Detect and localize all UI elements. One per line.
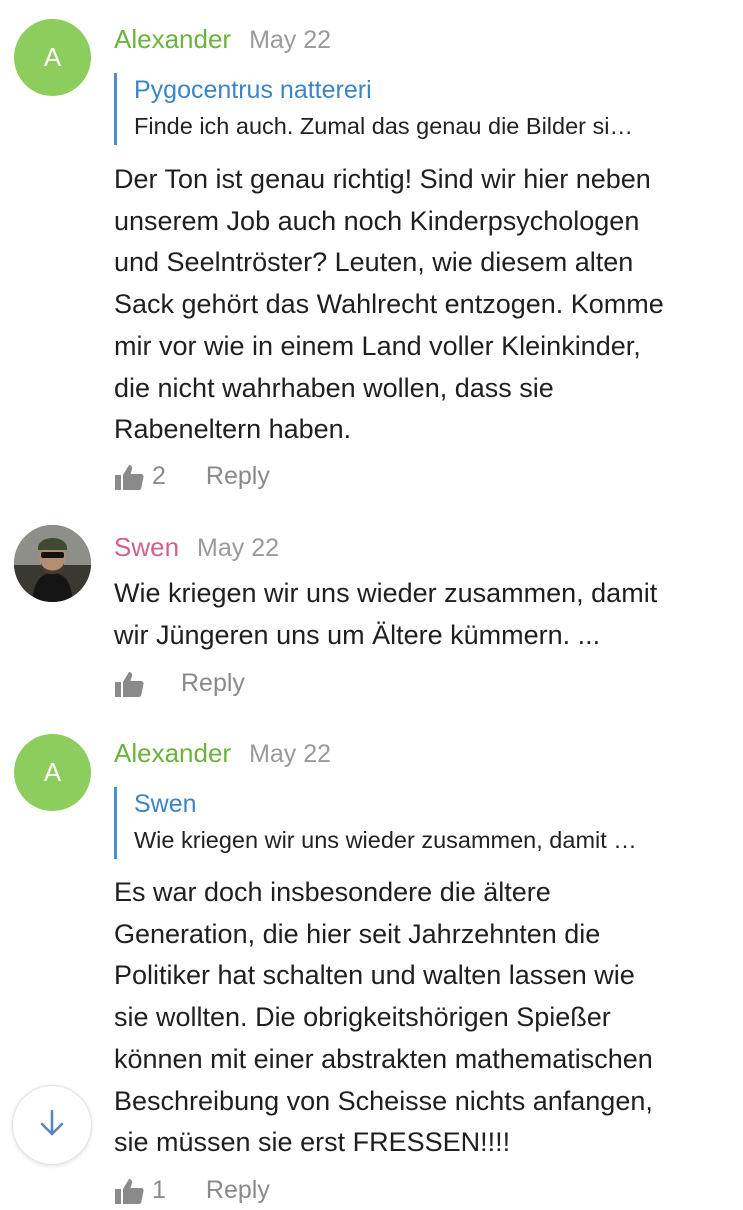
comment-actions: 2 Reply [114,462,270,491]
comment-header: Alexander May 22 [114,24,331,55]
avatar[interactable]: A [14,734,91,811]
comment-line: Der Ton ist genau richtig! Sind wir hier… [114,164,651,194]
reply-button[interactable]: Reply [181,669,245,698]
reply-button[interactable]: Reply [206,1176,270,1205]
comment-line: mir vor wie in einem Land voller Kleinki… [114,330,641,361]
author-name[interactable]: Alexander [114,24,231,55]
comment-date: May 22 [249,26,332,54]
comment-actions: Reply [114,669,245,698]
thumbs-up-icon[interactable] [114,463,144,491]
comment-line: unserem Job auch noch Kinderpsychologen [114,205,640,236]
comment-line: die nicht wahrhaben wollen, dass sie [114,372,554,403]
comment-line: sie wollten. Die obrigkeitshörigen Spieß… [114,1002,611,1033]
thumbs-up-icon[interactable] [114,670,144,698]
comment-text: Es war doch insbesondere die ältere Gene… [114,872,729,1164]
comment-actions: 1 Reply [114,1176,270,1205]
comment-line: Wie kriegen wir uns wieder zusammen, dam… [114,578,658,608]
reply-quote[interactable]: Swen Wie kriegen wir uns wieder zusammen… [114,787,714,859]
quote-author: Pygocentrus nattereri [134,76,372,104]
author-name[interactable]: Swen [114,532,179,563]
comment-date: May 22 [197,534,280,562]
comment-header: Swen May 22 [114,532,279,563]
comment-line: Es war doch insbesondere die ältere [114,877,551,907]
like-count: 1 [152,1176,166,1204]
comment-header: Alexander May 22 [114,738,331,769]
avatar[interactable] [14,525,91,602]
comment-line: können mit einer abstrakten mathematisch… [114,1043,653,1074]
avatar-letter: A [43,42,62,72]
author-name[interactable]: Alexander [114,738,231,769]
quote-author: Swen [134,790,197,818]
arrow-down-icon [35,1106,69,1145]
reply-button[interactable]: Reply [206,462,270,491]
comment-text: Der Ton ist genau richtig! Sind wir hier… [114,159,729,451]
comment-line: wir Jüngeren uns um Ältere kümmern. ... [114,619,601,650]
comment-line: Beschreibung von Scheisse nichts anfange… [114,1085,653,1116]
reply-quote[interactable]: Pygocentrus nattereri Finde ich auch. Zu… [114,73,714,145]
comment-line: sie müssen sie erst FRESSEN!!!! [114,1127,511,1158]
avatar[interactable]: A [14,19,91,96]
avatar-letter: A [43,757,62,787]
comment-text: Wie kriegen wir uns wieder zusammen, dam… [114,573,729,656]
like-count: 2 [152,462,166,490]
comment-line: und Seelntröster? Leuten, wie diesem alt… [114,247,634,278]
comment-date: May 22 [249,740,332,768]
scroll-down-button[interactable] [12,1085,92,1165]
comment-line: Sack gehört das Wahlrecht entzogen. Komm… [114,289,664,320]
quote-text: Finde ich auch. Zumal das genau die Bild… [134,113,633,139]
comment-line: Rabeneltern haben. [114,414,352,445]
comment-line: Generation, die hier seit Jahrzehnten di… [114,918,601,949]
thumbs-up-icon[interactable] [114,1177,144,1205]
quote-text: Wie kriegen wir uns wieder zusammen, dam… [134,827,637,853]
comment-line: Politiker hat schalten und walten lassen… [114,960,635,991]
user-photo [14,525,91,602]
